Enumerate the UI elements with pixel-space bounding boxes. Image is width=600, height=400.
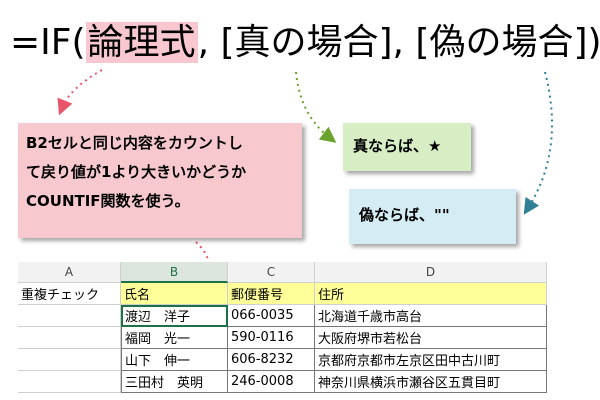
formula-prefix: =IF(: [10, 22, 86, 63]
callout-line: COUNTIF関数を使う。: [26, 192, 190, 210]
table-row: 渡辺 洋子 066-0035 北海道千歳市高台: [18, 305, 547, 327]
cell-b4[interactable]: 山下 伸一: [121, 349, 228, 371]
cell-d1[interactable]: 住所: [315, 283, 547, 305]
column-header-row: A B C D: [18, 262, 547, 283]
formula-logical-test: 論理式: [85, 22, 198, 63]
table-row: 三田村 英明 246-0008 神奈川県横浜市瀬谷区五貫目町: [18, 371, 547, 393]
cell-c5[interactable]: 246-0008: [228, 371, 315, 393]
column-header-b[interactable]: B: [121, 262, 228, 283]
cell-c1[interactable]: 郵便番号: [228, 283, 315, 305]
cell-d3[interactable]: 大阪府堺市若松台: [315, 327, 547, 349]
arrow-to-blue-callout: [523, 71, 553, 215]
callout-line: B2セルと同じ内容をカウントし: [26, 134, 243, 152]
formula-text: =IF(論理式, [真の場合], [偽の場合]): [10, 20, 600, 66]
cell-d2[interactable]: 北海道千歳市高台: [315, 305, 547, 327]
cell-d4[interactable]: 京都府京都市左京区田中古川町: [315, 349, 547, 371]
callout-true-case: 真ならば、★: [343, 123, 471, 171]
cell-b1[interactable]: 氏名: [121, 283, 228, 305]
cell-b3[interactable]: 福岡 光一: [121, 327, 228, 349]
callout-false-case: 偽ならば、"": [349, 189, 516, 244]
table-row: 山下 伸一 606-8232 京都府京都市左京区田中古川町: [18, 349, 547, 371]
callout-line: て戻り値が1より大きいかどうか: [26, 163, 247, 181]
cell-b5[interactable]: 三田村 英明: [121, 371, 228, 393]
callout-countif-explanation: B2セルと同じ内容をカウントし て戻り値が1より大きいかどうか COUNTIF関…: [18, 123, 302, 238]
arrow-to-pink-callout: [57, 69, 103, 116]
table-header-row: 重複チェック 氏名 郵便番号 住所: [18, 283, 547, 305]
cell-c2[interactable]: 066-0035: [228, 305, 315, 327]
column-header-a[interactable]: A: [18, 262, 121, 283]
column-header-d[interactable]: D: [315, 262, 547, 283]
cell-a4[interactable]: [18, 349, 121, 371]
cell-c3[interactable]: 590-0116: [228, 327, 315, 349]
cell-a1[interactable]: 重複チェック: [18, 283, 121, 305]
table-row: 福岡 光一 590-0116 大阪府堺市若松台: [18, 327, 547, 349]
spreadsheet-grid: A B C D 重複チェック 氏名 郵便番号 住所 渡辺 洋子 066-0035…: [18, 262, 547, 393]
cell-a3[interactable]: [18, 327, 121, 349]
cell-a5[interactable]: [18, 371, 121, 393]
cell-a2[interactable]: [18, 305, 121, 327]
cell-b2[interactable]: 渡辺 洋子: [121, 305, 228, 327]
cell-d5[interactable]: 神奈川県横浜市瀬谷区五貫目町: [315, 371, 547, 393]
formula-rest: , [真の場合], [偽の場合]): [197, 22, 600, 63]
cell-c4[interactable]: 606-8232: [228, 349, 315, 371]
column-header-c[interactable]: C: [228, 262, 315, 283]
